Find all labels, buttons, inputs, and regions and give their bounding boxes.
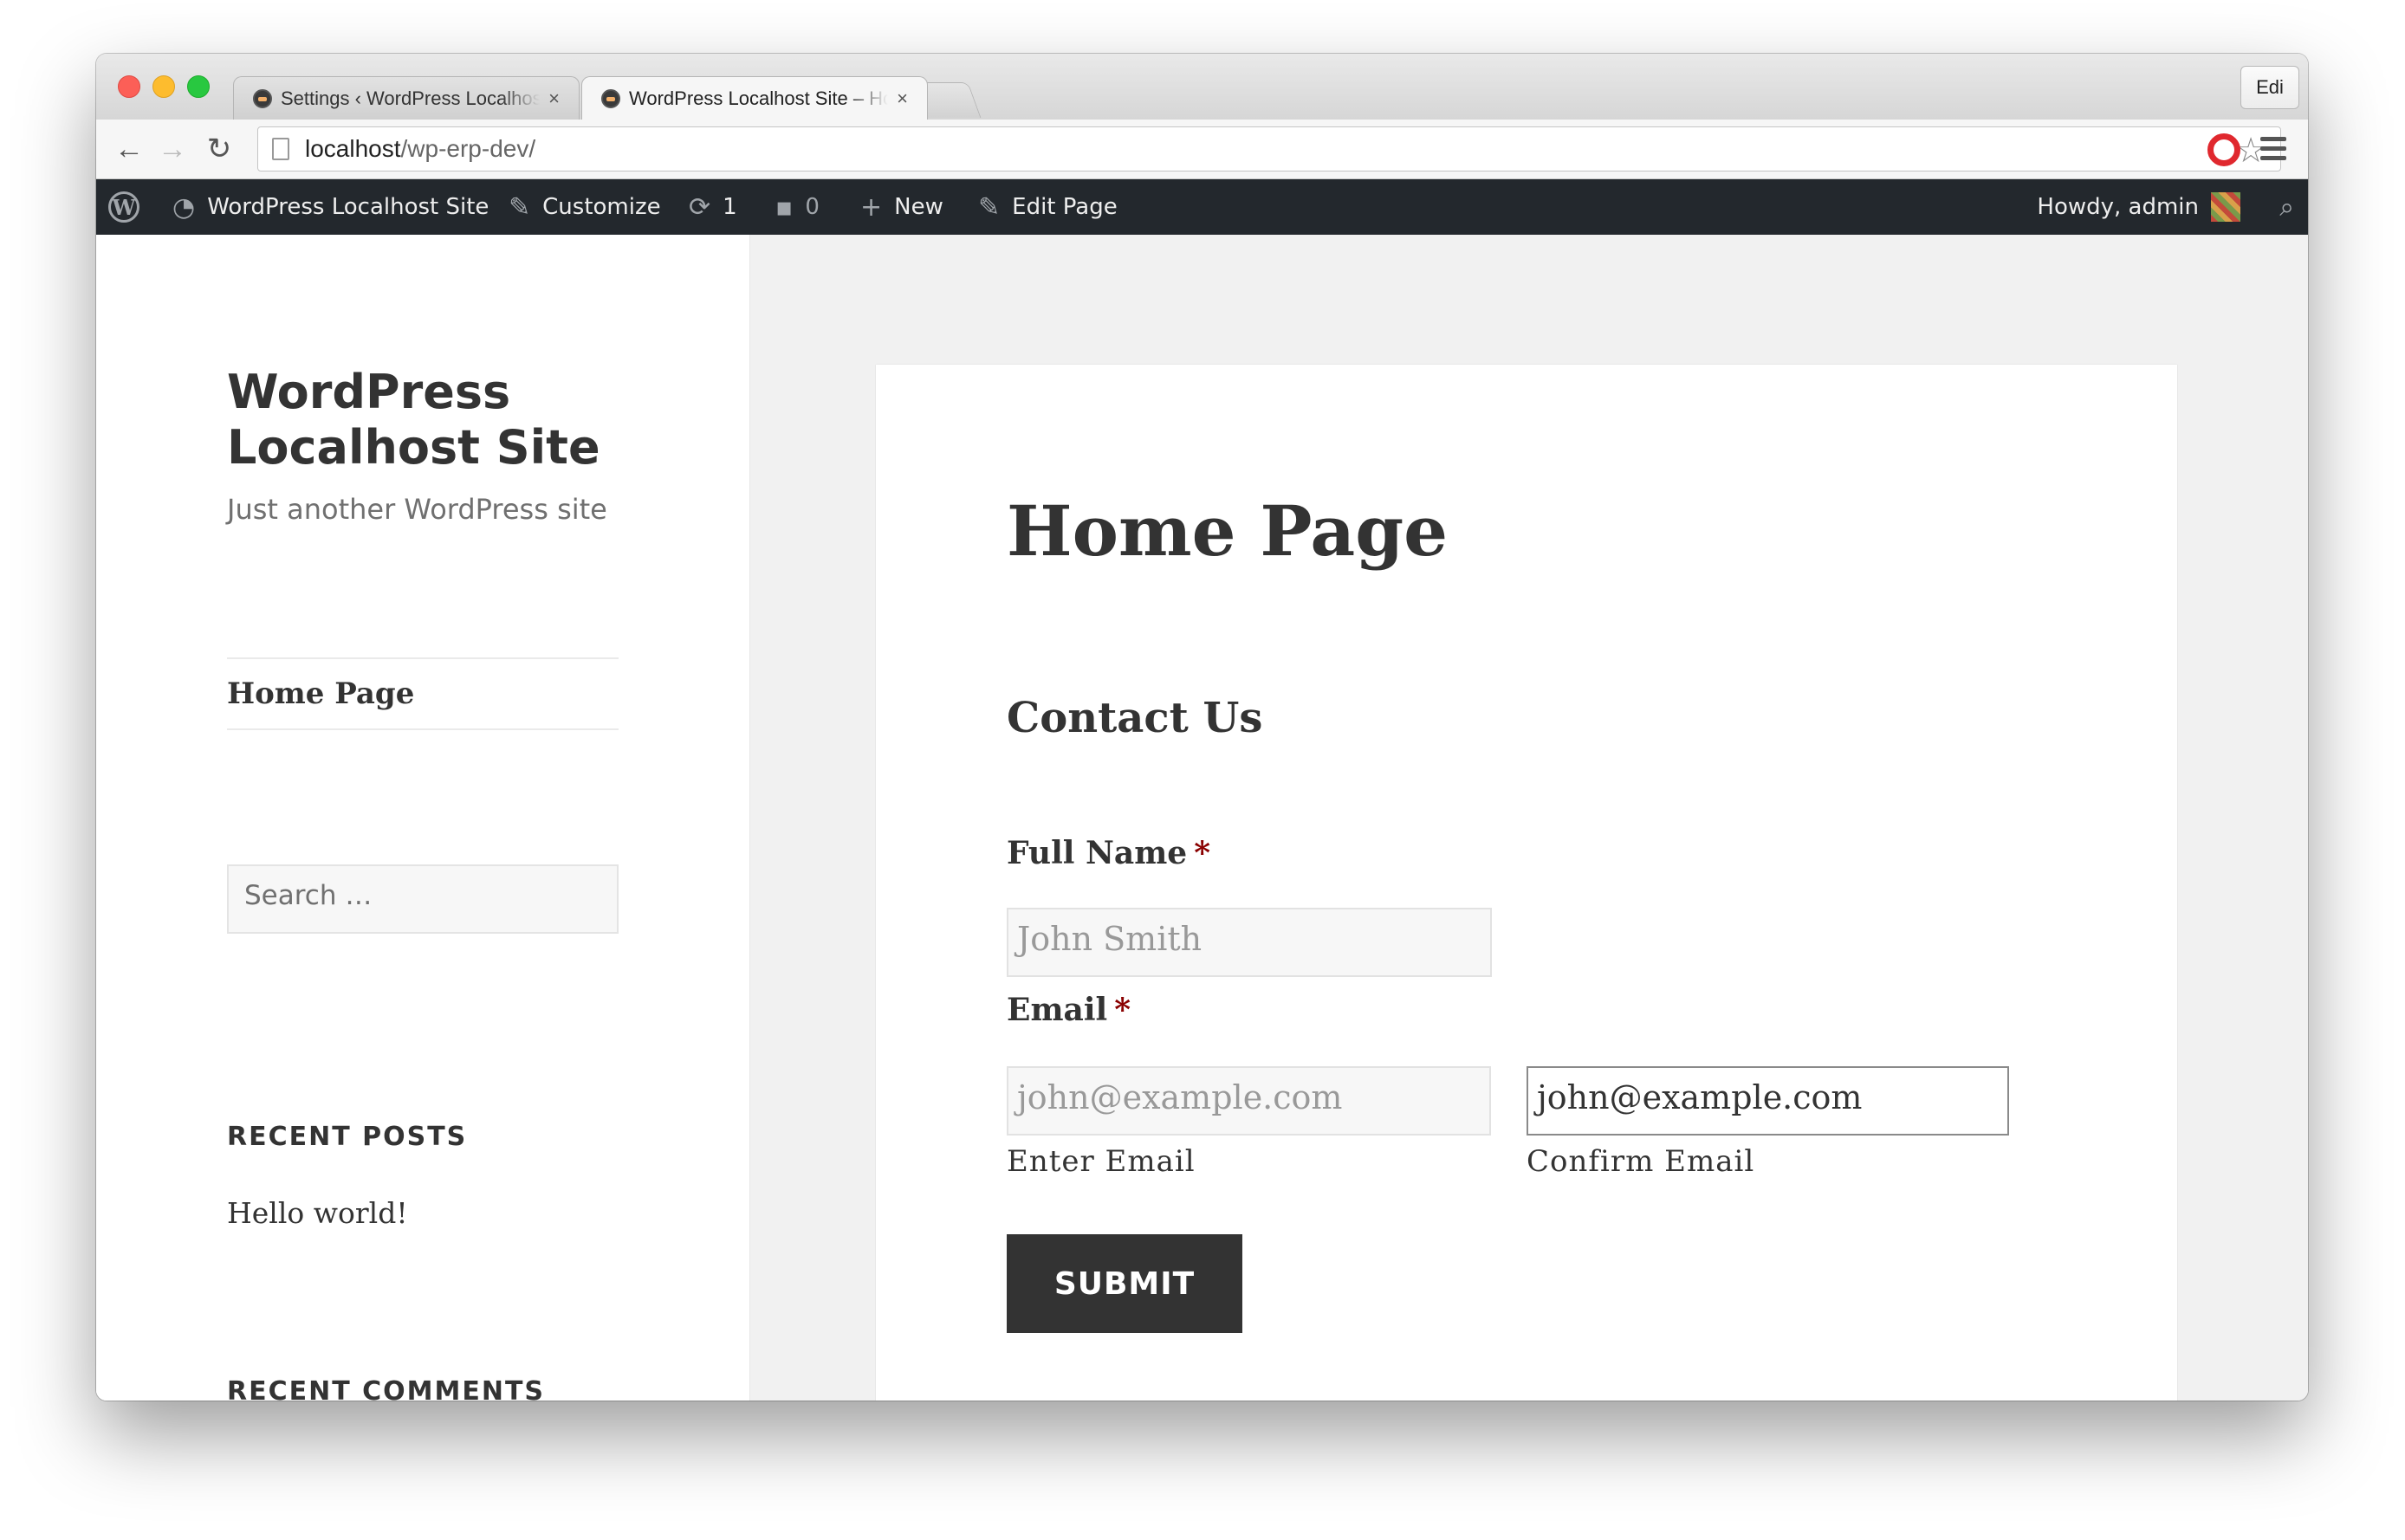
howdy-label: Howdy, admin bbox=[2037, 194, 2199, 220]
page-icon bbox=[272, 138, 289, 160]
url-host: localhost bbox=[305, 135, 401, 162]
back-arrow-icon[interactable]: ← bbox=[113, 133, 145, 165]
plus-icon: + bbox=[860, 191, 883, 223]
comments-count: 0 bbox=[805, 194, 820, 220]
profile-button[interactable]: Edi bbox=[2240, 66, 2299, 109]
required-asterisk: * bbox=[1194, 835, 1211, 871]
new-label: New bbox=[894, 194, 943, 220]
paintbrush-icon: ✎ bbox=[509, 191, 531, 223]
site-name-label: WordPress Localhost Site bbox=[207, 194, 489, 220]
updates-link[interactable]: ⟳ 1 bbox=[689, 179, 737, 235]
url-path: /wp-erp-dev/ bbox=[400, 135, 536, 162]
confirm-email-input[interactable]: john@example.com bbox=[1527, 1066, 2009, 1136]
sidebar-search-input[interactable]: Search … bbox=[227, 864, 619, 934]
reload-icon[interactable]: ↻ bbox=[204, 133, 235, 165]
updates-count: 1 bbox=[723, 194, 737, 220]
minimize-window-button[interactable] bbox=[152, 75, 175, 98]
email-input[interactable]: john@example.com bbox=[1007, 1066, 1491, 1136]
email-label: Email * bbox=[1007, 992, 1131, 1028]
customize-link[interactable]: ✎ Customize bbox=[509, 179, 661, 235]
nav-divider bbox=[227, 657, 619, 659]
comment-bubble-icon: ▪ bbox=[775, 191, 794, 223]
nav-item-home-page[interactable]: Home Page bbox=[227, 676, 414, 711]
tab-title: Settings ‹ WordPress Localhost Site bbox=[281, 87, 541, 109]
updates-icon: ⟳ bbox=[689, 191, 711, 223]
customize-label: Customize bbox=[542, 194, 661, 220]
dashboard-icon: ◔ bbox=[172, 191, 196, 223]
site-favicon-icon bbox=[601, 88, 620, 108]
tab-title: WordPress Localhost Site – Home Page bbox=[629, 87, 888, 109]
wordpress-logo-icon: W bbox=[108, 191, 139, 223]
email-label-text: Email bbox=[1007, 992, 1108, 1028]
browser-toolbar: ← → ↻ localhost/wp-erp-dev/ ☆ bbox=[96, 120, 2308, 179]
wp-admin-bar: W ◔ WordPress Localhost Site ✎ Customize… bbox=[96, 179, 2308, 235]
site-page: WordPress Localhost Site Just another Wo… bbox=[96, 235, 2308, 1401]
wp-logo-menu[interactable]: W bbox=[108, 179, 139, 235]
sidebar: WordPress Localhost Site Just another Wo… bbox=[96, 235, 749, 1401]
my-account-menu[interactable]: Howdy, admin bbox=[2037, 179, 2240, 235]
zoom-window-button[interactable] bbox=[187, 75, 210, 98]
search-icon: ⌕ bbox=[2279, 191, 2294, 223]
tab-home-page[interactable]: WordPress Localhost Site – Home Page × bbox=[581, 76, 928, 120]
page-title: Home Page bbox=[1007, 490, 1449, 572]
form-title: Contact Us bbox=[1007, 694, 1263, 742]
full-name-input[interactable]: John Smith bbox=[1007, 908, 1492, 977]
opera-icon[interactable] bbox=[2207, 133, 2240, 166]
recent-post-link[interactable]: Hello world! bbox=[227, 1196, 408, 1230]
browser-window: Settings ‹ WordPress Localhost Site × Wo… bbox=[96, 54, 2308, 1401]
tab-close-icon[interactable]: × bbox=[548, 87, 560, 110]
admin-search-button[interactable]: ⌕ bbox=[2279, 179, 2294, 235]
required-asterisk: * bbox=[1114, 992, 1131, 1028]
edit-page-link[interactable]: ✎ Edit Page bbox=[978, 179, 1118, 235]
recent-comments-heading: RECENT COMMENTS bbox=[227, 1376, 546, 1401]
new-content-menu[interactable]: + New bbox=[860, 179, 943, 235]
pencil-icon: ✎ bbox=[978, 191, 1001, 223]
hamburger-menu-icon[interactable] bbox=[2260, 137, 2286, 165]
tab-settings[interactable]: Settings ‹ WordPress Localhost Site × bbox=[233, 76, 580, 120]
site-favicon-icon bbox=[253, 88, 272, 108]
content-card: Home Page Contact Us Full Name * John Smi… bbox=[876, 365, 2177, 1401]
tab-strip: Settings ‹ WordPress Localhost Site × Wo… bbox=[96, 54, 2308, 120]
site-tagline: Just another WordPress site bbox=[227, 493, 607, 526]
confirm-email-sublabel: Confirm Email bbox=[1527, 1144, 1755, 1179]
nav-divider bbox=[227, 728, 619, 730]
tab-close-icon[interactable]: × bbox=[897, 87, 908, 110]
address-bar[interactable]: localhost/wp-erp-dev/ ☆ bbox=[257, 126, 2281, 171]
site-name-menu[interactable]: ◔ WordPress Localhost Site bbox=[172, 179, 489, 235]
site-title[interactable]: WordPress Localhost Site bbox=[227, 365, 643, 476]
full-name-label: Full Name * bbox=[1007, 835, 1210, 871]
comments-link[interactable]: ▪ 0 bbox=[775, 179, 820, 235]
submit-button[interactable]: SUBMIT bbox=[1007, 1234, 1242, 1333]
close-window-button[interactable] bbox=[118, 75, 140, 98]
full-name-label-text: Full Name bbox=[1007, 835, 1188, 871]
recent-posts-heading: RECENT POSTS bbox=[227, 1122, 468, 1152]
edit-page-label: Edit Page bbox=[1012, 194, 1118, 220]
enter-email-sublabel: Enter Email bbox=[1007, 1144, 1196, 1179]
forward-arrow-icon[interactable]: → bbox=[157, 133, 188, 165]
avatar bbox=[2211, 192, 2240, 222]
